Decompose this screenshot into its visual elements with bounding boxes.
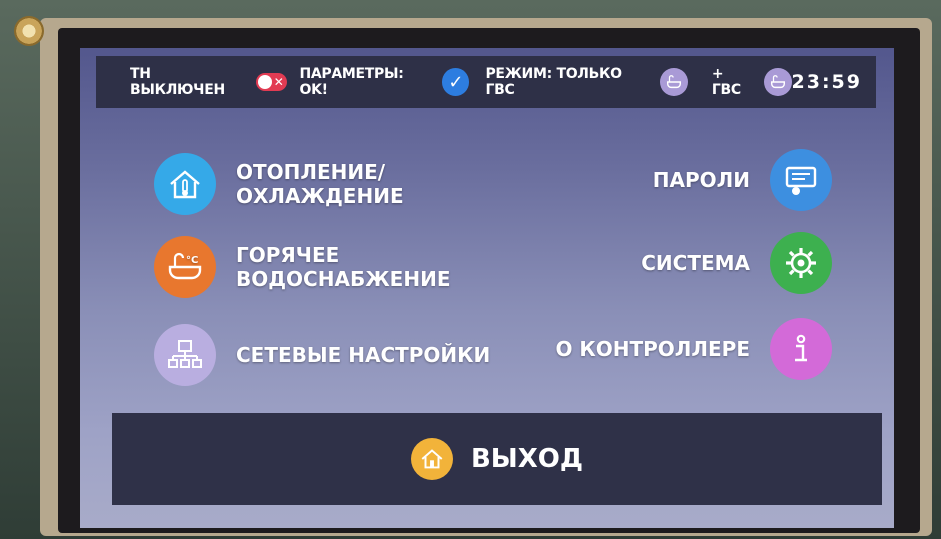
heat-pump-toggle[interactable]: ✕ <box>256 73 288 91</box>
hot-water-button[interactable]: °C ГОРЯЧЕЕ ВОДОСНАБЖЕНИЕ <box>154 236 450 298</box>
clock: 23:59 <box>791 71 862 93</box>
about-controller-label: О КОНТРОЛЛЕРЕ <box>555 337 750 361</box>
info-icon <box>770 318 832 380</box>
hot-water-label: ГОРЯЧЕЕ ВОДОСНАБЖЕНИЕ <box>236 243 451 291</box>
bathtub-icon: °C <box>154 236 216 298</box>
network-settings-button[interactable]: СЕТЕВЫЕ НАСТРОЙКИ <box>154 324 490 386</box>
status-bar: ТН ВЫКЛЮЧЕН ✕ ПАРАМЕТРЫ: OK! ✓ РЕЖИМ: ТО… <box>96 56 876 108</box>
bathtub-icon <box>764 68 792 96</box>
svg-text:°C: °C <box>186 255 198 266</box>
screw-top-left <box>14 16 44 46</box>
system-button[interactable]: СИСТЕМА <box>641 232 832 294</box>
exit-label: ВЫХОД <box>470 444 584 474</box>
heat-pump-status: ТН ВЫКЛЮЧЕН ✕ <box>130 66 288 98</box>
heating-cooling-label: ОТОПЛЕНИЕ/ ОХЛАЖДЕНИЕ <box>236 160 404 208</box>
passwords-button[interactable]: ПАРОЛИ <box>653 149 832 211</box>
mode-status: РЕЖИМ: ТОЛЬКО ГВС <box>485 66 688 98</box>
params-status: ПАРАМЕТРЫ: OK! ✓ <box>299 66 470 98</box>
heat-pump-status-text: ТН ВЫКЛЮЧЕН <box>130 66 225 98</box>
params-status-text: ПАРАМЕТРЫ: OK! <box>299 66 404 98</box>
exit-button-content: ВЫХОД <box>410 438 584 480</box>
exit-button[interactable]: ВЫХОД <box>112 413 882 505</box>
touch-screen: ТН ВЫКЛЮЧЕН ✕ ПАРАМЕТРЫ: OK! ✓ РЕЖИМ: ТО… <box>80 48 894 528</box>
system-label: СИСТЕМА <box>641 251 750 275</box>
dhw-status: + ГВС <box>712 66 792 98</box>
heating-cooling-button[interactable]: ОТОПЛЕНИЕ/ ОХЛАЖДЕНИЕ <box>154 153 404 215</box>
bathtub-icon <box>660 68 688 96</box>
about-controller-button[interactable]: О КОНТРОЛЛЕРЕ <box>555 318 832 380</box>
house-thermometer-icon <box>154 153 216 215</box>
password-keypad-icon <box>770 149 832 211</box>
network-icon <box>154 324 216 386</box>
home-icon <box>410 438 453 480</box>
dhw-status-text: + ГВС <box>711 66 741 98</box>
passwords-label: ПАРОЛИ <box>652 168 750 192</box>
mode-status-text: РЕЖИМ: ТОЛЬКО ГВС <box>485 66 622 98</box>
gear-icon <box>770 232 832 294</box>
network-settings-label: СЕТЕВЫЕ НАСТРОЙКИ <box>236 343 491 367</box>
check-icon: ✓ <box>441 68 470 96</box>
